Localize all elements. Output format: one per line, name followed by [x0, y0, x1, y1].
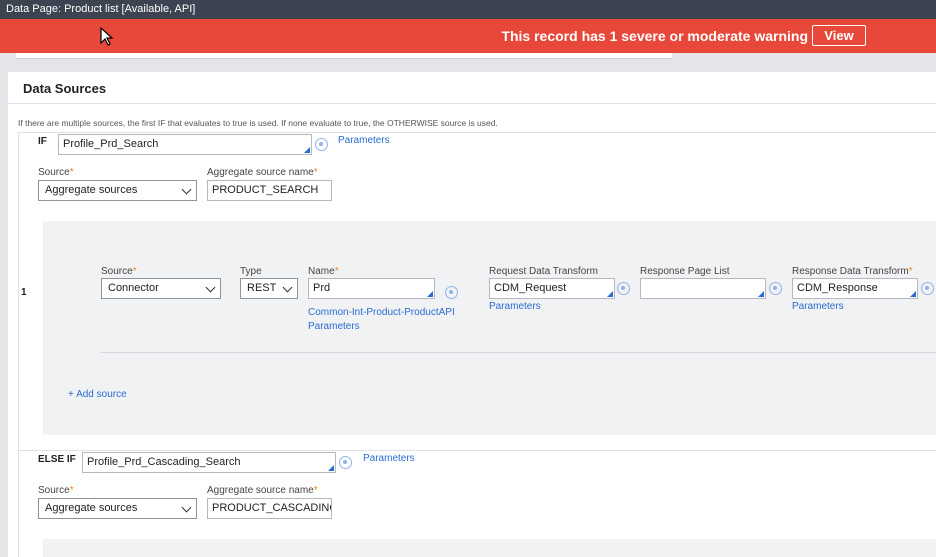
name-label: Name*: [308, 266, 339, 277]
response-dt-label-text: Response Data Transform: [792, 266, 909, 277]
source-label: Source*: [38, 167, 74, 178]
add-source-link[interactable]: + Add source: [68, 389, 127, 400]
request-dt-input[interactable]: CDM_Request: [489, 278, 615, 299]
if-keyword: IF: [38, 136, 47, 147]
divider: [18, 450, 936, 451]
elseif-source-select[interactable]: Aggregate sources: [38, 498, 197, 519]
connector-link[interactable]: Common-Int-Product-ProductAPI: [308, 307, 455, 318]
autocomplete-corner-icon: [328, 465, 334, 471]
inner-source-label-text: Source: [101, 266, 133, 277]
response-dt-value: CDM_Response: [797, 282, 878, 294]
response-page-input[interactable]: [640, 278, 766, 299]
section-hint: If there are multiple sources, the first…: [18, 118, 498, 128]
row-border: [18, 132, 19, 557]
response-dt-label: Response Data Transform*: [792, 266, 913, 277]
gear-icon[interactable]: [445, 286, 458, 299]
response-dt-parameters-link[interactable]: Parameters: [792, 301, 844, 312]
source-label-text: Source: [38, 167, 70, 178]
if-agg-name-input[interactable]: PRODUCT_SEARCH: [207, 180, 332, 201]
autocomplete-corner-icon: [758, 291, 764, 297]
row-number: 1: [21, 287, 27, 298]
gear-icon[interactable]: [617, 282, 630, 295]
name-parameters-link[interactable]: Parameters: [308, 321, 360, 332]
gear-icon[interactable]: [921, 282, 934, 295]
warning-banner: This record has 1 severe or moderate war…: [0, 19, 936, 53]
request-dt-label: Request Data Transform: [489, 266, 598, 277]
agg-name-label-text: Aggregate source name: [207, 167, 314, 178]
if-agg-name-value: PRODUCT_SEARCH: [212, 184, 319, 196]
if-source-select[interactable]: Aggregate sources: [38, 180, 197, 201]
autocomplete-corner-icon: [427, 291, 433, 297]
request-dt-value: CDM_Request: [494, 282, 567, 294]
elseif-condition-input[interactable]: Profile_Prd_Cascading_Search: [82, 452, 336, 473]
type-label: Type: [240, 266, 262, 277]
if-condition-value: Profile_Prd_Search: [63, 138, 159, 150]
name-input[interactable]: Prd: [308, 278, 435, 299]
view-warning-button[interactable]: View: [812, 25, 866, 46]
if-parameters-link[interactable]: Parameters: [338, 135, 390, 146]
request-dt-parameters-link[interactable]: Parameters: [489, 301, 541, 312]
warning-message: This record has 1 severe or moderate war…: [501, 28, 808, 44]
elseif-agg-name-value: PRODUCT_CASCADING_SE: [212, 502, 331, 514]
elseif-source-label-text: Source: [38, 485, 70, 496]
top-strip: [16, 53, 672, 59]
divider: [101, 352, 936, 353]
autocomplete-corner-icon: [607, 291, 613, 297]
aggregate-sources-area: Source* Connector Type REST Name* Prd Co…: [43, 221, 936, 435]
elseif-agg-name-label: Aggregate source name*: [207, 485, 318, 496]
elseif-source-value: Aggregate sources: [45, 502, 138, 514]
divider: [8, 103, 936, 104]
elseif-parameters-link[interactable]: Parameters: [363, 453, 415, 464]
agg-name-label: Aggregate source name*: [207, 167, 318, 178]
elseif-condition-value: Profile_Prd_Cascading_Search: [87, 456, 241, 468]
gear-icon[interactable]: [769, 282, 782, 295]
inner-source-label: Source*: [101, 266, 137, 277]
elseif-source-label: Source*: [38, 485, 74, 496]
if-condition-input[interactable]: Profile_Prd_Search: [58, 134, 312, 155]
chevron-down-icon: [205, 282, 216, 293]
aggregate-sources-area: [43, 539, 936, 557]
chevron-down-icon: [282, 282, 293, 293]
name-value: Prd: [313, 282, 331, 294]
elseif-keyword: ELSE IF: [38, 454, 76, 465]
divider: [18, 132, 936, 133]
mouse-cursor-icon: [100, 27, 114, 46]
autocomplete-corner-icon: [910, 291, 916, 297]
data-sources-panel: Data Sources If there are multiple sourc…: [8, 72, 936, 557]
elseif-agg-name-label-text: Aggregate source name: [207, 485, 314, 496]
autocomplete-corner-icon: [304, 147, 310, 153]
gear-icon[interactable]: [315, 138, 328, 151]
section-title: Data Sources: [23, 81, 107, 96]
name-label-text: Name: [308, 266, 335, 277]
type-select[interactable]: REST: [240, 278, 298, 299]
elseif-agg-name-input[interactable]: PRODUCT_CASCADING_SE: [207, 498, 332, 519]
type-value: REST: [247, 282, 277, 294]
gear-icon[interactable]: [339, 456, 352, 469]
response-page-label: Response Page List: [640, 266, 730, 277]
chevron-down-icon: [181, 184, 192, 195]
chevron-down-icon: [181, 502, 192, 513]
inner-source-select[interactable]: Connector: [101, 278, 221, 299]
window-title: Data Page: Product list [Available, API]: [0, 0, 936, 19]
if-source-value: Aggregate sources: [45, 184, 138, 196]
inner-source-value: Connector: [108, 282, 159, 294]
response-dt-input[interactable]: CDM_Response: [792, 278, 918, 299]
